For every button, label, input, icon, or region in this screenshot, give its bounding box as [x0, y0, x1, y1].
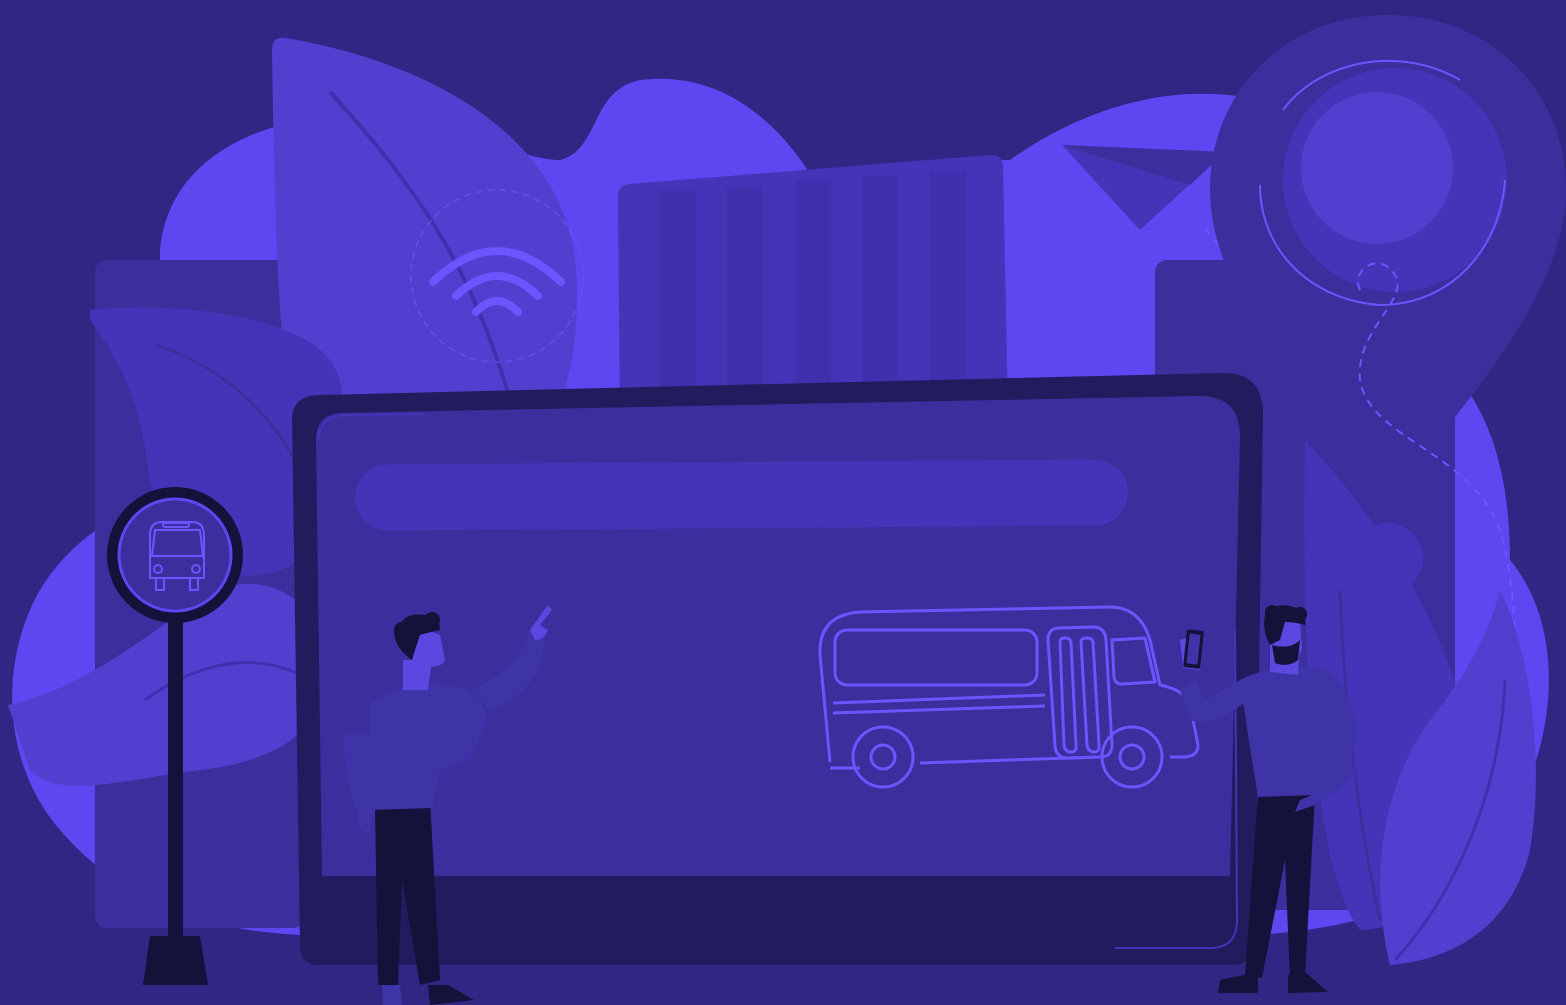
- bus-tracking-illustration: [0, 0, 1566, 1005]
- search-bar: [355, 459, 1128, 531]
